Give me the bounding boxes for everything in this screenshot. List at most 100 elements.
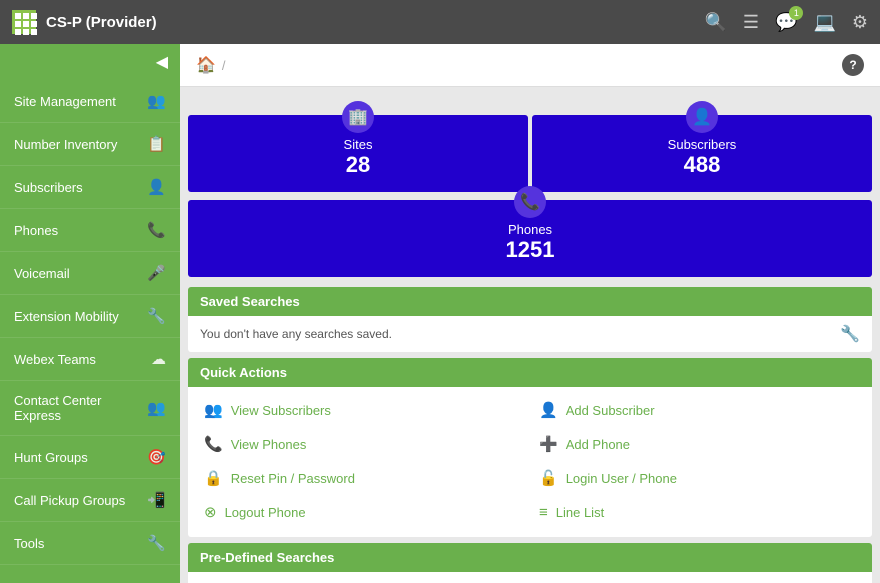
sidebar-item-call-pickup-groups[interactable]: Call Pickup Groups 📲	[0, 479, 180, 522]
sidebar-item-voicemail[interactable]: Voicemail 🎤	[0, 252, 180, 295]
tiles-wrapper: 🏢 Sites 28 👤 Subscribers 488 📞 Phones 12…	[180, 107, 880, 281]
sidebar-label-hunt-groups: Hunt Groups	[14, 450, 147, 465]
tile-sites[interactable]: 🏢 Sites 28	[188, 115, 528, 192]
settings-icon[interactable]: ⚙	[852, 12, 868, 33]
qa-label-view-subscribers: View Subscribers	[231, 403, 331, 418]
sidebar-toggle[interactable]: ◀	[0, 44, 180, 80]
qa-label-login-user-phone: Login User / Phone	[566, 471, 677, 486]
sidebar-icon-voicemail: 🎤	[147, 264, 166, 282]
sidebar-item-contact-center-express[interactable]: Contact Center Express 👥	[0, 381, 180, 436]
qa-view-phones[interactable]: 📞 View Phones	[200, 429, 525, 459]
qa-reset-pin[interactable]: 🔒 Reset Pin / Password	[200, 463, 525, 493]
qa-icon-reset-pin: 🔒	[204, 469, 223, 487]
sidebar-label-site-management: Site Management	[14, 94, 147, 109]
sidebar-icon-call-pickup-groups: 📲	[147, 491, 166, 509]
main-layout: ◀ Site Management 👥 Number Inventory 📋 S…	[0, 44, 880, 583]
sidebar-icon-number-inventory: 📋	[147, 135, 166, 153]
qa-label-view-phones: View Phones	[231, 437, 307, 452]
sidebar-label-number-inventory: Number Inventory	[14, 137, 147, 152]
app-title: CS-P (Provider)	[46, 14, 694, 31]
sidebar-item-subscribers[interactable]: Subscribers 👤	[0, 166, 180, 209]
tile-sites-label: Sites	[344, 137, 373, 152]
quick-actions-body: 👥 View Subscribers 👤 Add Subscriber 📞 Vi…	[188, 387, 872, 537]
sidebar-icon-subscribers: 👤	[147, 178, 166, 196]
search-icon[interactable]: 🔍	[704, 12, 726, 33]
sidebar-item-tools[interactable]: Tools 🔧	[0, 522, 180, 565]
sidebar-label-webex-teams: Webex Teams	[14, 352, 151, 367]
saved-searches-empty: You don't have any searches saved.	[200, 327, 392, 341]
sidebar-item-webex-teams[interactable]: Webex Teams ☁	[0, 338, 180, 381]
qa-label-add-phone: Add Phone	[566, 437, 630, 452]
qa-icon-view-subscribers: 👥	[204, 401, 223, 419]
tile-subscribers[interactable]: 👤 Subscribers 488	[532, 115, 872, 192]
tile-subscribers-label: Subscribers	[668, 137, 737, 152]
qa-login-user-phone[interactable]: 🔓 Login User / Phone	[535, 463, 860, 493]
qa-label-logout-phone: Logout Phone	[225, 505, 306, 520]
sidebar-label-voicemail: Voicemail	[14, 266, 147, 281]
top-header: CS-P (Provider) 🔍 ☰ 💬 1 💻 ⚙	[0, 0, 880, 44]
list-icon[interactable]: ☰	[743, 12, 759, 33]
sidebar-icon-contact-center-express: 👥	[147, 399, 166, 417]
sidebar-icon-phones: 📞	[147, 221, 166, 239]
predefined-searches-section: Pre-Defined Searches ⊞ Line Search ↔ Num…	[188, 543, 872, 583]
qa-logout-phone[interactable]: ⊗ Logout Phone	[200, 497, 525, 527]
qa-label-reset-pin: Reset Pin / Password	[231, 471, 355, 486]
breadcrumb-separator: /	[222, 58, 226, 73]
saved-searches-body: You don't have any searches saved. 🔧	[188, 316, 872, 352]
sidebar-label-contact-center-express: Contact Center Express	[14, 393, 147, 423]
sidebar-label-call-pickup-groups: Call Pickup Groups	[14, 493, 147, 508]
sidebar-icon-site-management: 👥	[147, 92, 166, 110]
qa-label-add-subscriber: Add Subscriber	[566, 403, 655, 418]
tile-subscribers-icon: 👤	[686, 101, 718, 133]
sidebar: ◀ Site Management 👥 Number Inventory 📋 S…	[0, 44, 180, 583]
qa-icon-add-subscriber: 👤	[539, 401, 558, 419]
quick-actions-header: Quick Actions	[188, 358, 872, 387]
qa-icon-view-phones: 📞	[204, 435, 223, 453]
sidebar-icon-hunt-groups: 🎯	[147, 448, 166, 466]
content-area: 🏠 / ? 🏢 Sites 28 👤 Subscribers 488	[180, 44, 880, 583]
qa-icon-add-phone: ➕	[539, 435, 558, 453]
sidebar-label-phones: Phones	[14, 223, 147, 238]
chat-badge: 1	[789, 6, 803, 20]
tile-phones[interactable]: 📞 Phones 1251	[188, 200, 872, 277]
qa-line-list[interactable]: ≡ Line List	[535, 497, 860, 527]
monitor-icon[interactable]: 💻	[813, 12, 835, 33]
sidebar-icon-webex-teams: ☁	[151, 350, 166, 368]
header-icons: 🔍 ☰ 💬 1 💻 ⚙	[704, 12, 868, 33]
sidebar-item-extension-mobility[interactable]: Extension Mobility 🔧	[0, 295, 180, 338]
sidebar-icon-tools: 🔧	[147, 534, 166, 552]
sidebar-item-site-management[interactable]: Site Management 👥	[0, 80, 180, 123]
saved-searches-header: Saved Searches	[188, 287, 872, 316]
home-icon[interactable]: 🏠	[196, 55, 216, 75]
breadcrumb-left: 🏠 /	[196, 55, 226, 75]
tile-phones-icon: 📞	[514, 186, 546, 218]
predefined-searches-header: Pre-Defined Searches	[188, 543, 872, 572]
sidebar-icon-extension-mobility: 🔧	[147, 307, 166, 325]
sidebar-label-subscribers: Subscribers	[14, 180, 147, 195]
collapse-icon: ◀	[156, 52, 168, 72]
qa-add-phone[interactable]: ➕ Add Phone	[535, 429, 860, 459]
qa-label-line-list: Line List	[556, 505, 604, 520]
sidebar-label-extension-mobility: Extension Mobility	[14, 309, 147, 324]
qa-icon-logout-phone: ⊗	[204, 503, 217, 521]
tile-subscribers-count: 488	[684, 152, 721, 178]
tile-phones-label: Phones	[508, 222, 552, 237]
predefined-searches-body: ⊞ Line Search ↔ Numbers List	[188, 572, 872, 583]
tile-sites-icon: 🏢	[342, 101, 374, 133]
tile-sites-count: 28	[346, 152, 370, 178]
sidebar-item-phones[interactable]: Phones 📞	[0, 209, 180, 252]
sidebar-label-tools: Tools	[14, 536, 147, 551]
qa-icon-line-list: ≡	[539, 504, 548, 521]
sidebar-item-hunt-groups[interactable]: Hunt Groups 🎯	[0, 436, 180, 479]
saved-searches-wrench[interactable]: 🔧	[840, 324, 860, 344]
qa-add-subscriber[interactable]: 👤 Add Subscriber	[535, 395, 860, 425]
help-icon[interactable]: ?	[842, 54, 864, 76]
tile-phones-count: 1251	[506, 237, 555, 263]
qa-view-subscribers[interactable]: 👥 View Subscribers	[200, 395, 525, 425]
sidebar-item-number-inventory[interactable]: Number Inventory 📋	[0, 123, 180, 166]
tiles-row: 🏢 Sites 28 👤 Subscribers 488	[180, 107, 880, 196]
app-icon	[12, 10, 36, 34]
qa-icon-login-user-phone: 🔓	[539, 469, 558, 487]
breadcrumb-bar: 🏠 / ?	[180, 44, 880, 87]
chat-icon[interactable]: 💬 1	[775, 12, 797, 33]
